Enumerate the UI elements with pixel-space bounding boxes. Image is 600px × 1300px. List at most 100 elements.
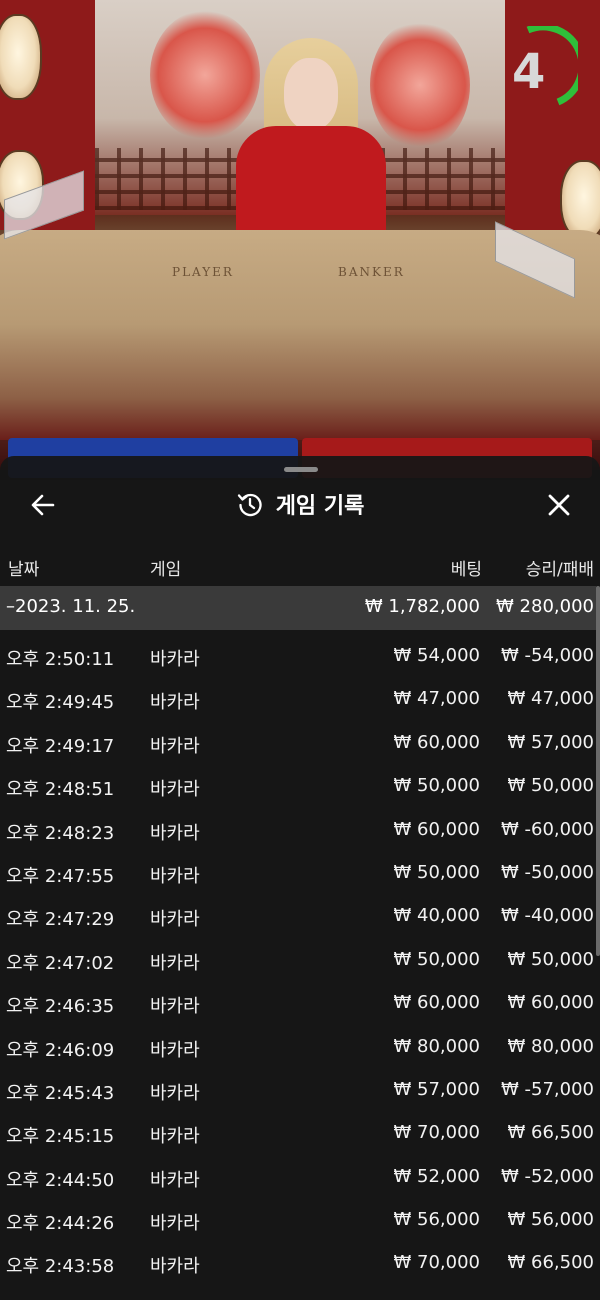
scrollbar[interactable] xyxy=(596,586,600,956)
row-win-loss: ₩ -40,000 xyxy=(501,905,594,927)
history-row[interactable]: 오후 2:48:23 바카라 ₩ 60,000 ₩ -60,000 xyxy=(0,808,596,851)
row-game: 바카라 xyxy=(150,779,200,801)
day-summary-date: –2023. 11. 25. xyxy=(6,596,136,617)
row-bet: ₩ 50,000 xyxy=(393,948,480,970)
history-row[interactable]: 오후 2:45:15 바카라 ₩ 70,000 ₩ 66,500 xyxy=(0,1111,596,1154)
row-time: 오후 2:48:23 xyxy=(6,822,115,844)
row-win-loss: ₩ 56,000 xyxy=(507,1209,594,1231)
live-video: PLAYER BANKER 4 xyxy=(0,0,600,470)
row-time: 오후 2:49:17 xyxy=(6,735,115,757)
row-time: 오후 2:45:15 xyxy=(6,1126,115,1148)
row-time: 오후 2:48:51 xyxy=(6,779,115,801)
row-time: 오후 2:45:43 xyxy=(6,1082,115,1104)
history-row[interactable]: 오후 2:45:43 바카라 ₩ 57,000 ₩ -57,000 xyxy=(0,1068,596,1111)
row-bet: ₩ 70,000 xyxy=(393,1122,480,1144)
row-game: 바카라 xyxy=(150,735,200,757)
row-bet: ₩ 50,000 xyxy=(393,775,480,797)
column-header-date: 날짜 xyxy=(8,560,40,580)
history-row[interactable]: 오후 2:49:17 바카라 ₩ 60,000 ₩ 57,000 xyxy=(0,721,596,764)
row-win-loss: ₩ 47,000 xyxy=(507,688,594,710)
row-game: 바카라 xyxy=(150,909,200,931)
row-game: 바카라 xyxy=(150,822,200,844)
row-bet: ₩ 60,000 xyxy=(393,731,480,753)
game-history-sheet: 게임 기록 날짜 게임 베팅 승리/패배 –2023. 11. 25. ₩ 1,… xyxy=(0,456,600,1300)
row-bet: ₩ 47,000 xyxy=(393,688,480,710)
close-icon xyxy=(548,494,570,516)
row-game: 바카라 xyxy=(150,1082,200,1104)
row-time: 오후 2:46:35 xyxy=(6,996,115,1018)
row-game: 바카라 xyxy=(150,1169,200,1191)
row-time: 오후 2:47:29 xyxy=(6,909,115,931)
column-header-game: 게임 xyxy=(150,560,182,580)
history-row[interactable]: 오후 2:44:26 바카라 ₩ 56,000 ₩ 56,000 xyxy=(0,1198,596,1241)
row-time: 오후 2:49:45 xyxy=(6,692,115,714)
history-list: 오후 2:50:11 바카라 ₩ 54,000 ₩ -54,000 오후 2:49:45… xyxy=(0,634,596,1285)
lantern-top-left xyxy=(0,14,42,100)
row-time: 오후 2:47:55 xyxy=(6,865,115,887)
table-player-label: PLAYER xyxy=(172,265,234,279)
round-timer: 4 xyxy=(508,23,586,106)
row-bet: ₩ 50,000 xyxy=(393,861,480,883)
history-row[interactable]: 오후 2:46:09 바카라 ₩ 80,000 ₩ 80,000 xyxy=(0,1025,596,1068)
row-win-loss: ₩ 66,500 xyxy=(507,1252,594,1274)
row-game: 바카라 xyxy=(150,649,200,670)
row-bet: ₩ 60,000 xyxy=(393,992,480,1014)
day-summary-row[interactable]: –2023. 11. 25. ₩ 1,782,000 ₩ 280,000 xyxy=(0,586,596,630)
history-row[interactable]: 오후 2:46:35 바카라 ₩ 60,000 ₩ 60,000 xyxy=(0,981,596,1024)
column-headers: 날짜 게임 베팅 승리/패배 xyxy=(0,552,600,582)
row-game: 바카라 xyxy=(150,1039,200,1061)
table-banker-label: BANKER xyxy=(338,265,405,279)
row-win-loss: ₩ 50,000 xyxy=(507,775,594,797)
row-game: 바카라 xyxy=(150,865,200,887)
row-time: 오후 2:44:26 xyxy=(6,1213,115,1235)
close-button[interactable] xyxy=(544,490,574,520)
history-row[interactable]: 오후 2:47:02 바카라 ₩ 50,000 ₩ 50,000 xyxy=(0,938,596,981)
row-time: 오후 2:44:50 xyxy=(6,1169,115,1191)
row-time: 오후 2:43:58 xyxy=(6,1256,115,1278)
row-win-loss: ₩ 50,000 xyxy=(507,948,594,970)
row-game: 바카라 xyxy=(150,952,200,974)
row-time: 오후 2:50:11 xyxy=(6,649,115,670)
history-row[interactable]: 오후 2:47:55 바카라 ₩ 50,000 ₩ -50,000 xyxy=(0,851,596,894)
day-summary-bet: ₩ 1,782,000 xyxy=(364,596,480,617)
row-bet: ₩ 57,000 xyxy=(393,1078,480,1100)
row-bet: ₩ 60,000 xyxy=(393,818,480,840)
row-game: 바카라 xyxy=(150,1213,200,1235)
history-row[interactable]: 오후 2:47:29 바카라 ₩ 40,000 ₩ -40,000 xyxy=(0,894,596,937)
row-win-loss: ₩ -60,000 xyxy=(501,818,594,840)
history-row[interactable]: 오후 2:50:11 바카라 ₩ 54,000 ₩ -54,000 xyxy=(0,634,596,677)
row-game: 바카라 xyxy=(150,996,200,1018)
day-summary-win-loss: ₩ 280,000 xyxy=(496,596,594,617)
back-button[interactable] xyxy=(28,490,58,520)
row-win-loss: ₩ -57,000 xyxy=(501,1078,594,1100)
sheet-title: 게임 기록 xyxy=(275,494,365,519)
history-row[interactable]: 오후 2:44:50 바카라 ₩ 52,000 ₩ -52,000 xyxy=(0,1155,596,1198)
lantern-right xyxy=(560,160,600,240)
history-icon xyxy=(237,493,262,517)
row-bet: ₩ 54,000 xyxy=(393,645,480,666)
arrow-left-icon xyxy=(31,494,55,516)
row-game: 바카라 xyxy=(150,1256,200,1278)
row-win-loss: ₩ 57,000 xyxy=(507,731,594,753)
row-win-loss: ₩ 60,000 xyxy=(507,992,594,1014)
row-bet: ₩ 52,000 xyxy=(393,1165,480,1187)
row-bet: ₩ 80,000 xyxy=(393,1035,480,1057)
history-row[interactable]: 오후 2:43:58 바카라 ₩ 70,000 ₩ 66,500 xyxy=(0,1241,596,1284)
row-bet: ₩ 40,000 xyxy=(393,905,480,927)
row-bet: ₩ 56,000 xyxy=(393,1209,480,1231)
history-row[interactable]: 오후 2:48:51 바카라 ₩ 50,000 ₩ 50,000 xyxy=(0,764,596,807)
sheet-header: 게임 기록 xyxy=(0,480,600,528)
drag-handle[interactable] xyxy=(284,467,318,472)
row-game: 바카라 xyxy=(150,1126,200,1148)
timer-value: 4 xyxy=(512,44,546,100)
row-win-loss: ₩ -50,000 xyxy=(501,861,594,883)
row-game: 바카라 xyxy=(150,692,200,714)
row-time: 오후 2:47:02 xyxy=(6,952,115,974)
row-win-loss: ₩ 80,000 xyxy=(507,1035,594,1057)
row-win-loss: ₩ 66,500 xyxy=(507,1122,594,1144)
row-bet: ₩ 70,000 xyxy=(393,1252,480,1274)
history-row[interactable]: 오후 2:49:45 바카라 ₩ 47,000 ₩ 47,000 xyxy=(0,677,596,720)
row-time: 오후 2:46:09 xyxy=(6,1039,115,1061)
row-win-loss: ₩ -52,000 xyxy=(501,1165,594,1187)
column-header-win-loss: 승리/패배 xyxy=(525,560,594,580)
